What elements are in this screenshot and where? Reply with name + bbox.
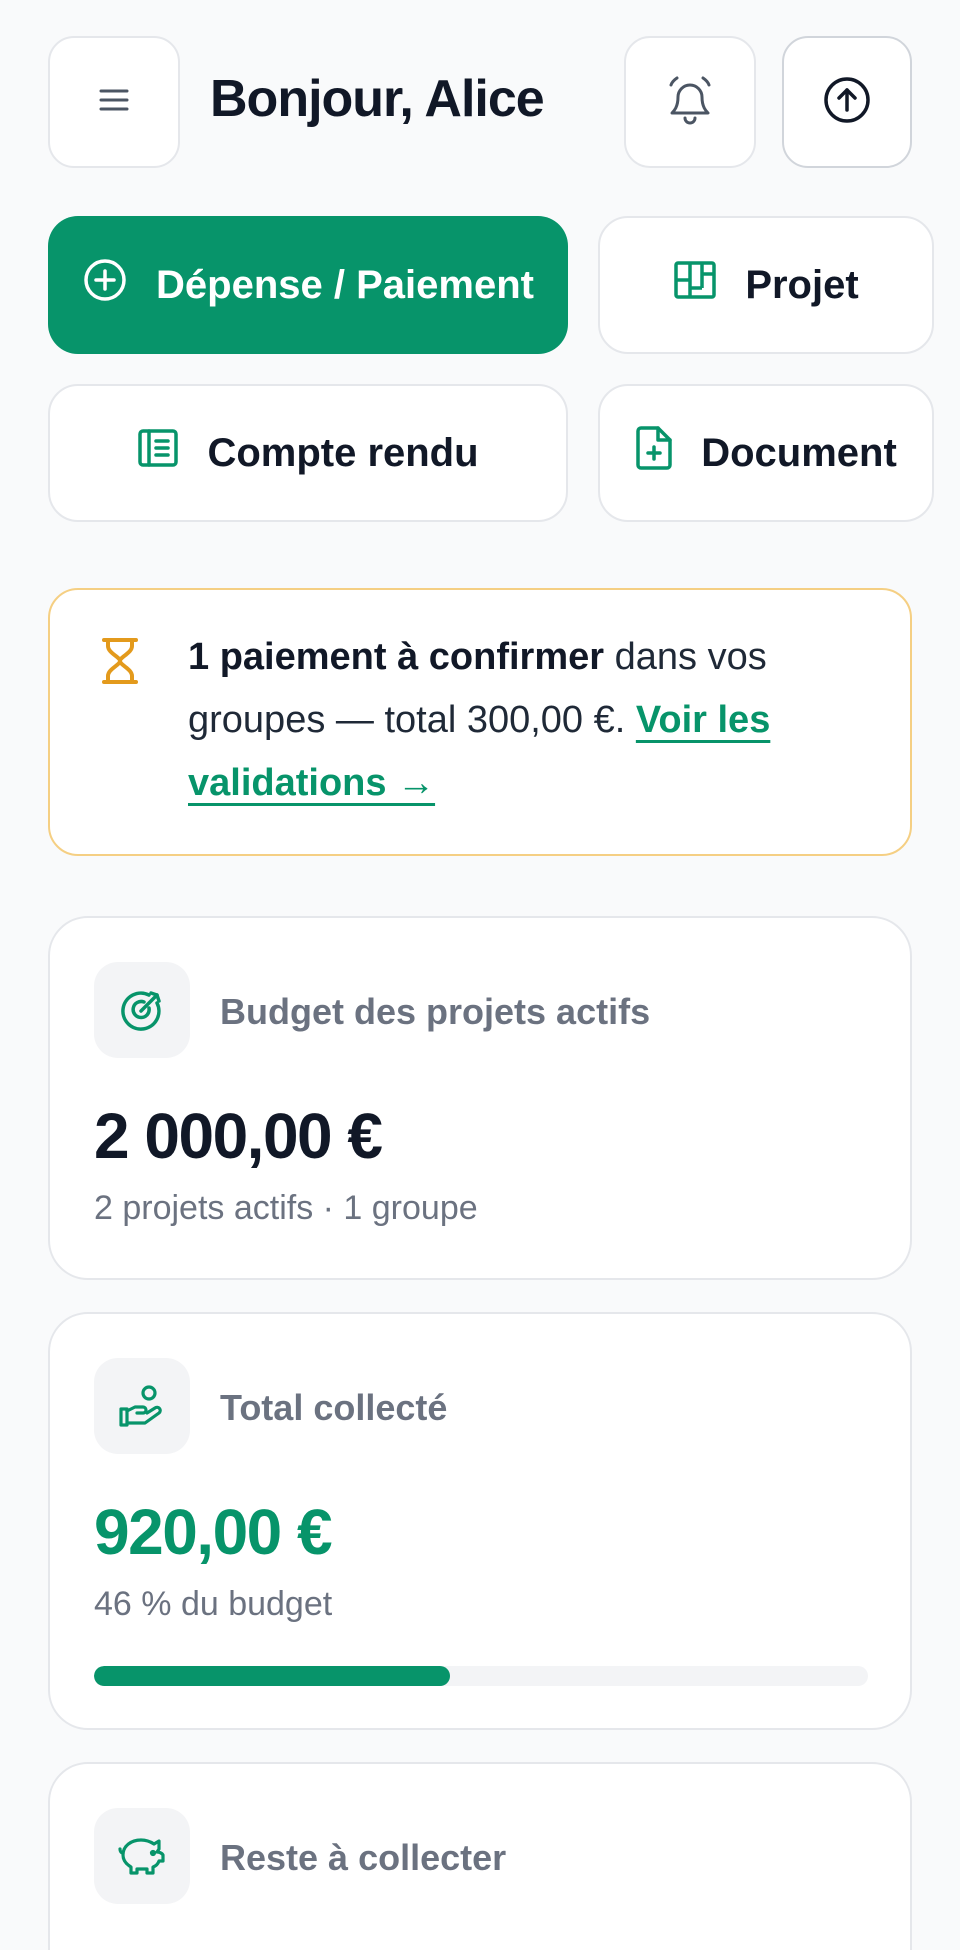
piggy-bank-icon xyxy=(94,1808,190,1904)
new-project-button[interactable]: Projet xyxy=(598,216,934,354)
bell-icon xyxy=(666,75,714,130)
file-plus-icon xyxy=(635,425,673,481)
plus-circle-icon xyxy=(82,257,128,313)
new-document-button[interactable]: Document xyxy=(598,384,934,522)
menu-button[interactable] xyxy=(48,36,180,168)
remaining-card: Reste à collecter xyxy=(48,1762,912,1950)
collected-progress-fill xyxy=(94,1666,451,1686)
pending-payments-alert: 1 paiement à confirmer dans vos groupes … xyxy=(48,588,912,856)
header: Bonjour, Alice xyxy=(48,36,912,168)
new-report-button[interactable]: Compte rendu xyxy=(48,384,568,522)
collected-card: Total collecté 920,00 € 46 % du budget xyxy=(48,1312,912,1730)
collected-value: 920,00 € xyxy=(94,1496,333,1568)
hand-coins-icon xyxy=(94,1358,190,1454)
alert-strong-text: 1 paiement à confirmer xyxy=(188,636,605,678)
hourglass-icon xyxy=(100,636,140,691)
notifications-button[interactable] xyxy=(624,36,756,168)
upload-icon xyxy=(822,75,872,130)
collected-title: Total collecté xyxy=(220,1387,448,1428)
collected-progress-bar xyxy=(94,1666,868,1686)
menu-icon xyxy=(98,86,130,119)
page-title: Bonjour, Alice xyxy=(210,70,545,128)
add-expense-button[interactable]: Dépense / Paiement xyxy=(48,216,568,354)
add-expense-label: Dépense / Paiement xyxy=(156,262,534,307)
upload-button[interactable] xyxy=(782,36,912,168)
new-document-label: Document xyxy=(701,430,897,475)
new-report-label: Compte rendu xyxy=(207,430,479,475)
target-icon xyxy=(94,962,190,1058)
new-project-label: Projet xyxy=(745,262,859,307)
report-icon xyxy=(137,427,179,479)
remaining-title: Reste à collecter xyxy=(220,1837,507,1878)
budget-title: Budget des projets actifs xyxy=(220,991,651,1032)
collected-subtitle: 46 % du budget xyxy=(94,1585,333,1623)
budget-value: 2 000,00 € xyxy=(94,1100,383,1172)
kanban-icon xyxy=(673,260,717,310)
budget-subtitle: 2 projets actifs · 1 groupe xyxy=(94,1189,478,1227)
alert-message: 1 paiement à confirmer dans vos groupes … xyxy=(188,626,888,815)
budget-card: Budget des projets actifs 2 000,00 € 2 p… xyxy=(48,916,912,1280)
